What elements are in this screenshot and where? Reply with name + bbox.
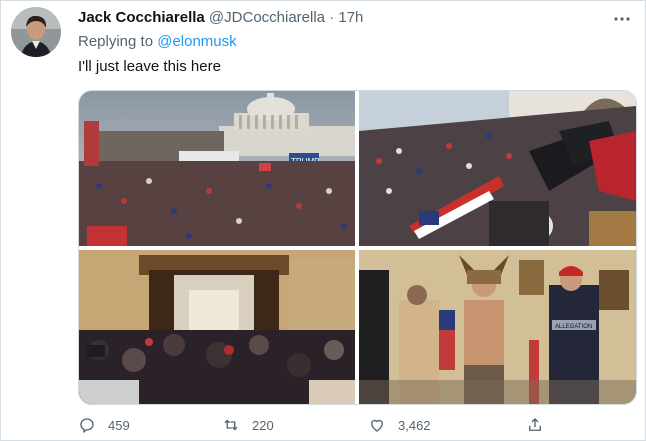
more-icon[interactable] <box>613 10 631 33</box>
tweet-card[interactable]: Jack Cocchiarella @JDCocchiarella · 17h … <box>0 0 646 441</box>
replying-prefix: Replying to <box>78 33 154 50</box>
tweet-text: I'll just leave this here <box>78 58 221 75</box>
capitol-doorway-photo[interactable] <box>79 250 355 404</box>
share-icon <box>529 418 541 431</box>
reply-count: 459 <box>108 417 130 433</box>
retweet-icon <box>224 419 238 431</box>
tweet-header: Jack Cocchiarella @JDCocchiarella · 17h <box>78 8 363 28</box>
retweet-button[interactable]: 220 <box>222 414 274 436</box>
crowd-climbing-steps-photo[interactable] <box>359 91 636 246</box>
like-count: 3,462 <box>398 417 431 433</box>
avatar[interactable] <box>11 7 61 57</box>
reply-icon <box>80 418 94 434</box>
tweet-actions: 459 220 3,462 <box>78 414 618 436</box>
author-handle[interactable]: @JDCocchiarella <box>209 9 325 26</box>
like-button[interactable]: 3,462 <box>368 414 431 436</box>
retweet-count: 220 <box>252 417 274 433</box>
mention-link[interactable]: @elonmusk <box>157 33 236 50</box>
capitol-crowd-photo[interactable]: TRUMP <box>79 91 355 246</box>
capitol-interior-photo[interactable]: ALLEGATION <box>359 250 636 404</box>
separator-dot: · <box>329 9 335 26</box>
like-icon <box>371 419 383 432</box>
allegation-sign: ALLEGATION <box>555 324 592 330</box>
media-grid: TRUMP <box>78 90 637 405</box>
author-name[interactable]: Jack Cocchiarella <box>78 9 205 26</box>
share-button[interactable] <box>526 414 556 436</box>
tweet-time[interactable]: 17h <box>338 9 363 26</box>
reply-button[interactable]: 459 <box>78 414 130 436</box>
replying-to-line: Replying to @elonmusk <box>78 32 237 52</box>
